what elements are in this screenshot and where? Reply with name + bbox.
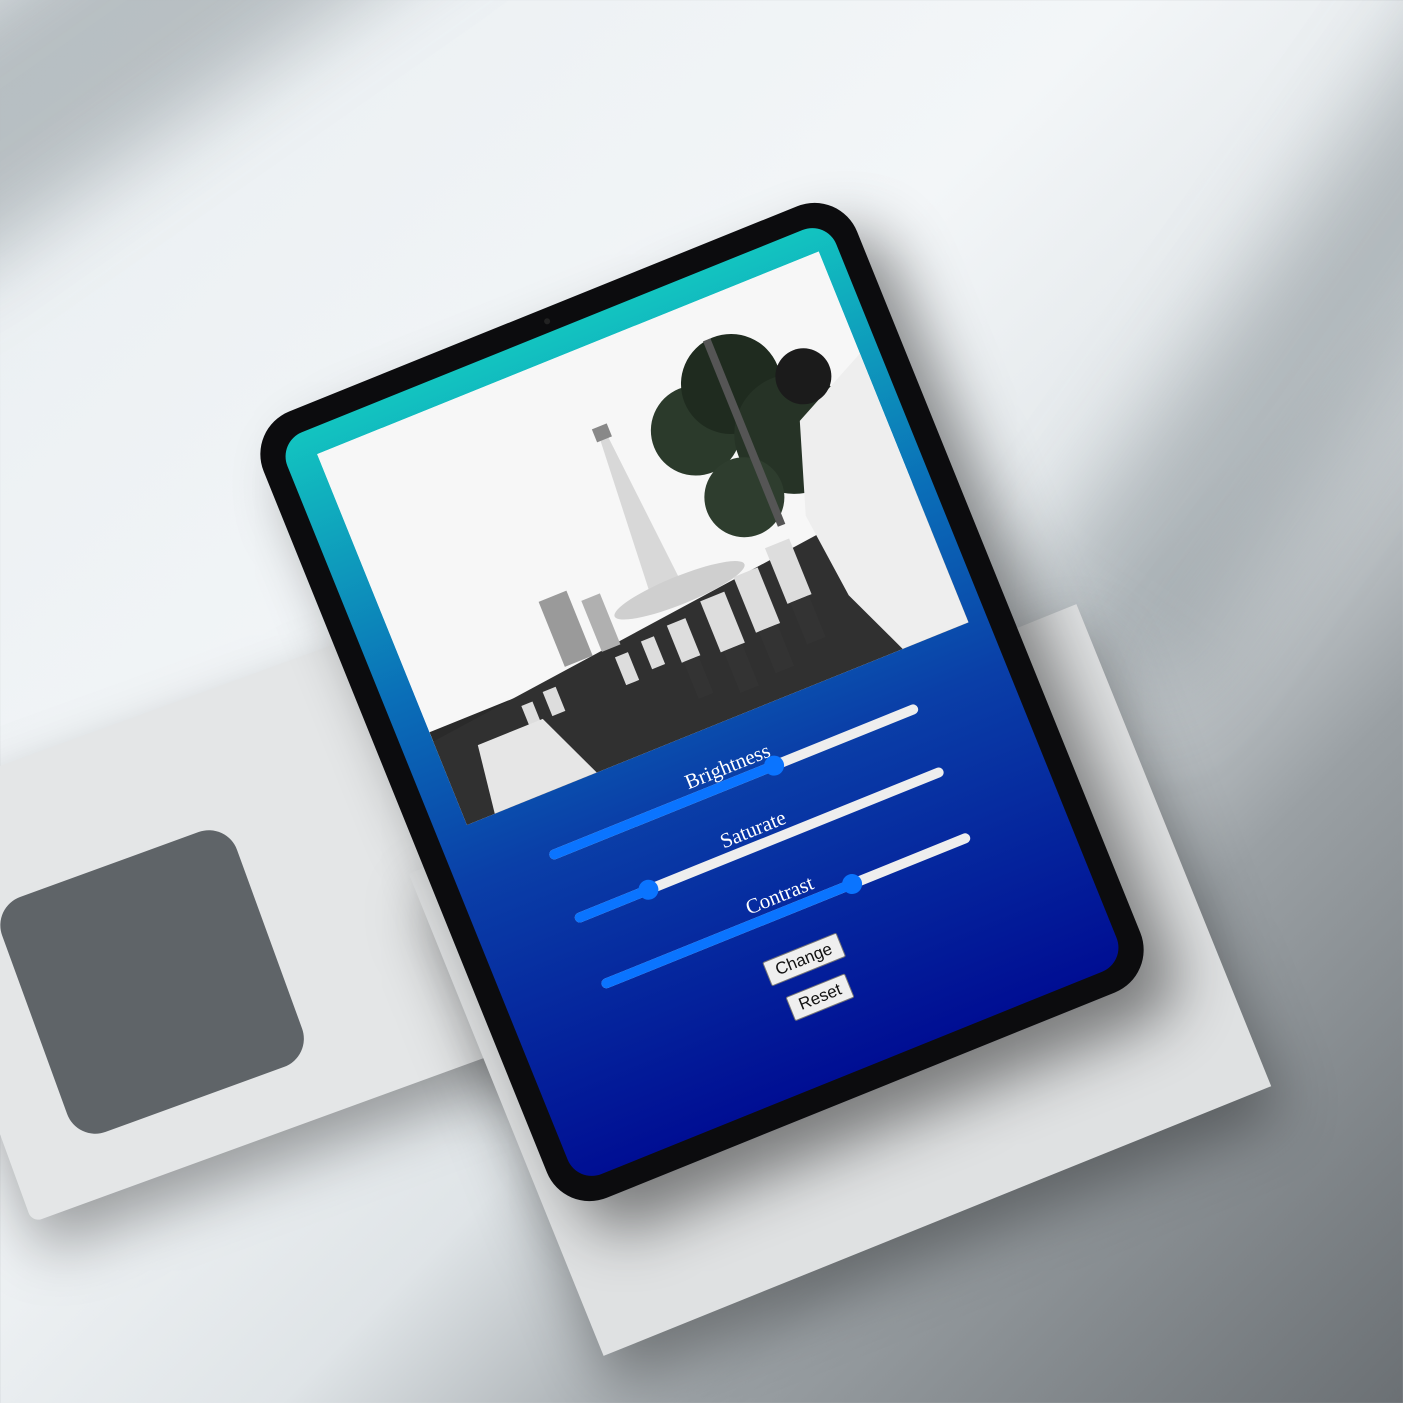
reset-button[interactable]: Reset (785, 973, 855, 1022)
shadow (0, 0, 500, 301)
camera (543, 317, 552, 326)
edited-photo (317, 251, 969, 826)
